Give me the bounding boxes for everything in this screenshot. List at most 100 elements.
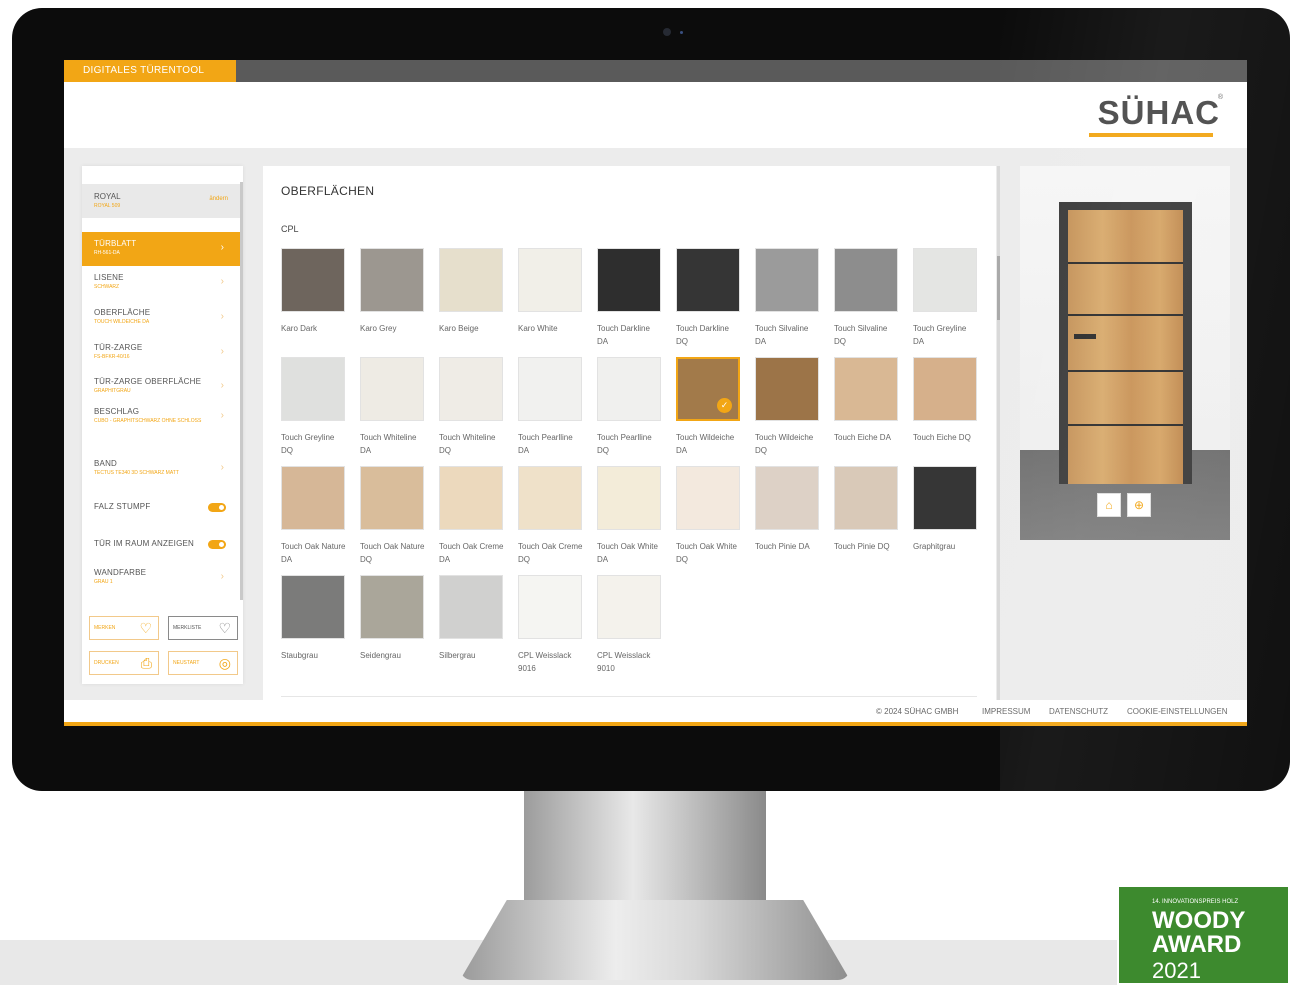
sidebar-item-zarge-oberflaeche[interactable]: TÜR-ZARGE OBERFLÄCHE GRAPHITGRAU › xyxy=(82,370,240,404)
model-selector[interactable]: ROYAL ROYAL 509 ändern xyxy=(82,184,240,218)
swatch-color[interactable] xyxy=(834,248,898,312)
swatch-color[interactable] xyxy=(281,357,345,421)
swatch-color[interactable] xyxy=(281,248,345,312)
main-scrollbar[interactable] xyxy=(997,166,1000,702)
surface-swatch[interactable]: Karo Grey xyxy=(360,248,426,335)
swatch-color[interactable] xyxy=(597,357,661,421)
surface-swatch[interactable]: Karo White xyxy=(518,248,584,335)
surface-swatch[interactable]: Touch Oak Creme DA xyxy=(439,466,505,566)
swatch-color[interactable] xyxy=(439,575,503,639)
swatch-color[interactable] xyxy=(518,575,582,639)
chevron-right-icon: › xyxy=(220,462,224,473)
sidebar-item-lisene[interactable]: LISENE SCHWARZ › xyxy=(82,266,240,300)
sidebar-item-tuer-zarge[interactable]: TÜR-ZARGE FS-BFKR-40/16 › xyxy=(82,336,240,370)
swatch-color[interactable] xyxy=(913,357,977,421)
merkliste-button[interactable]: MERKLISTE ♡ xyxy=(168,616,238,640)
printer-icon: ⎙ xyxy=(140,655,152,671)
surface-swatch[interactable]: Touch Pinie DQ xyxy=(834,466,900,553)
surface-swatch[interactable]: Touch Pearlline DA xyxy=(518,357,584,457)
surface-swatch[interactable]: Touch Oak Creme DQ xyxy=(518,466,584,566)
sidebar-item-oberflaeche[interactable]: OBERFLÄCHE TOUCH WILDEICHE DA › xyxy=(82,301,240,335)
surface-swatch[interactable]: Seidengrau xyxy=(360,575,426,662)
surface-swatch[interactable]: Graphitgrau xyxy=(913,466,979,553)
swatch-color[interactable] xyxy=(913,466,977,530)
surface-swatch[interactable]: Touch Oak White DQ xyxy=(676,466,742,566)
zoom-in-icon: ⊕ xyxy=(1133,498,1145,512)
sidebar-item-beschlag[interactable]: BESCHLAG CUBO - GRAPHITSCHWARZ OHNE SCHL… xyxy=(82,400,240,444)
sidebar-item-tuerblatt[interactable]: TÜRBLATT RH-561-DA › xyxy=(82,232,240,266)
surface-swatch[interactable]: Touch Greyline DQ xyxy=(281,357,347,457)
swatch-color[interactable] xyxy=(360,575,424,639)
surface-swatch[interactable]: Touch Eiche DQ xyxy=(913,357,979,444)
swatch-color[interactable] xyxy=(597,248,661,312)
swatch-label: Touch Wildeiche DA xyxy=(676,433,735,455)
surface-swatch[interactable]: Staubgrau xyxy=(281,575,347,662)
surface-swatch[interactable]: Karo Beige xyxy=(439,248,505,335)
swatch-color[interactable] xyxy=(676,248,740,312)
surface-swatch[interactable]: Touch Eiche DA xyxy=(834,357,900,444)
surface-swatch[interactable]: Touch Pinie DA xyxy=(755,466,821,553)
check-icon: ✓ xyxy=(717,398,732,413)
swatch-color[interactable] xyxy=(518,357,582,421)
toggle-label: TÜR IM RAUM ANZEIGEN xyxy=(94,539,195,548)
zoom-button[interactable]: ⊕ xyxy=(1127,493,1151,517)
suhac-logo[interactable]: SÜHAC xyxy=(1098,94,1220,132)
drucken-button[interactable]: DRUCKEN ⎙ xyxy=(89,651,159,675)
swatch-color[interactable] xyxy=(360,466,424,530)
surface-swatch[interactable]: Silbergrau xyxy=(439,575,505,662)
door-leaf xyxy=(1068,210,1183,484)
swatch-color[interactable] xyxy=(913,248,977,312)
swatch-color[interactable] xyxy=(439,357,503,421)
swatch-color[interactable] xyxy=(439,466,503,530)
surface-swatch[interactable]: CPL Weisslack 9016 xyxy=(518,575,584,675)
3d-view-button[interactable]: ⌂ xyxy=(1097,493,1121,517)
surface-swatch[interactable]: Touch Whiteline DA xyxy=(360,357,426,457)
falz-stumpf-toggle[interactable] xyxy=(208,503,226,512)
impressum-link[interactable]: IMPRESSUM xyxy=(982,707,1030,716)
registered-mark: ® xyxy=(1217,94,1223,101)
surface-swatch[interactable]: CPL Weisslack 9010 xyxy=(597,575,663,675)
surface-swatch[interactable]: Karo Dark xyxy=(281,248,347,335)
surface-swatch[interactable]: Touch Silvaline DQ xyxy=(834,248,900,348)
swatch-color[interactable] xyxy=(597,466,661,530)
swatch-color[interactable] xyxy=(360,357,424,421)
surface-swatch[interactable]: Touch Oak White DA xyxy=(597,466,663,566)
swatch-color[interactable] xyxy=(597,575,661,639)
swatch-color[interactable] xyxy=(518,466,582,530)
swatch-color[interactable]: ✓ xyxy=(676,357,740,421)
sidebar-item-wandfarbe[interactable]: WANDFARBE GRAU 1 › xyxy=(82,561,240,595)
sidebar-item-band[interactable]: BAND TECTUS TE340 3D SCHWARZ MATT › xyxy=(82,452,240,486)
surface-swatch[interactable]: Touch Greyline DA xyxy=(913,248,979,348)
surface-swatch[interactable]: Touch Pearlline DQ xyxy=(597,357,663,457)
surface-swatch[interactable]: Touch Silvaline DA xyxy=(755,248,821,348)
cookie-settings-link[interactable]: COOKIE-EINSTELLUNGEN xyxy=(1127,707,1227,716)
swatch-color[interactable] xyxy=(834,357,898,421)
change-model-link[interactable]: ändern xyxy=(209,196,228,202)
swatch-color[interactable] xyxy=(755,466,819,530)
swatch-color[interactable] xyxy=(834,466,898,530)
main-scrollbar-thumb[interactable] xyxy=(997,256,1000,320)
surface-swatch[interactable]: ✓ Touch Wildeiche DA xyxy=(676,357,742,457)
surface-swatch[interactable]: Touch Darkline DA xyxy=(597,248,663,348)
swatch-color[interactable] xyxy=(360,248,424,312)
datenschutz-link[interactable]: DATENSCHUTZ xyxy=(1049,707,1108,716)
neustart-button[interactable]: NEUSTART ◎ xyxy=(168,651,238,675)
swatch-color[interactable] xyxy=(755,248,819,312)
surface-swatch[interactable]: Touch Wildeiche DQ xyxy=(755,357,821,457)
surface-swatch[interactable]: Touch Darkline DQ xyxy=(676,248,742,348)
merken-button[interactable]: MERKEN ♡ xyxy=(89,616,159,640)
swatch-color[interactable] xyxy=(281,466,345,530)
swatch-color[interactable] xyxy=(755,357,819,421)
webcam-icon xyxy=(663,28,671,36)
swatch-color[interactable] xyxy=(439,248,503,312)
sidebar-item-value: CUBO - GRAPHITSCHWARZ OHNE SCHLOSS xyxy=(94,418,202,424)
sidebar-scrollbar[interactable] xyxy=(240,182,243,600)
swatch-color[interactable] xyxy=(676,466,740,530)
surface-swatch[interactable]: Touch Oak Nature DA xyxy=(281,466,347,566)
tuer-im-raum-toggle[interactable] xyxy=(208,540,226,549)
swatch-color[interactable] xyxy=(281,575,345,639)
swatch-color[interactable] xyxy=(518,248,582,312)
surface-swatch[interactable]: Touch Whiteline DQ xyxy=(439,357,505,457)
surface-swatch[interactable]: Touch Oak Nature DQ xyxy=(360,466,426,566)
tool-name-tab[interactable]: DIGITALES TÜRENTOOL xyxy=(64,60,236,82)
